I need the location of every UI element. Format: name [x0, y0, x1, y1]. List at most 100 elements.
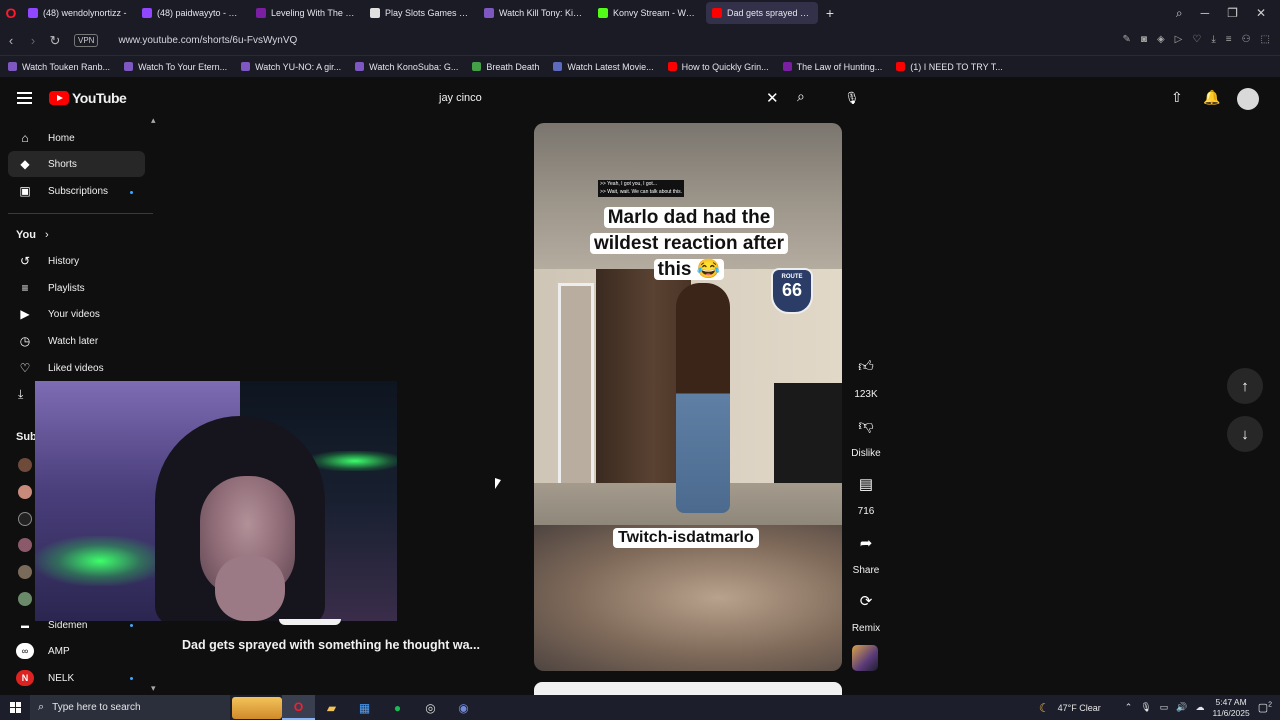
channel-avatar[interactable]	[18, 592, 32, 606]
edit-icon[interactable]: ✎	[1123, 34, 1131, 45]
tab-label: Play Slots Games for Free	[385, 8, 470, 18]
network-icon[interactable]: ▭	[1160, 702, 1169, 713]
bookmark-item[interactable]: Watch To Your Etern...	[124, 62, 227, 72]
microphone-icon[interactable]: 🎙	[1140, 702, 1151, 713]
sidebar-channel-nelk[interactable]: N NELK	[8, 665, 145, 691]
player-icon[interactable]: ▷	[1175, 34, 1183, 45]
browser-tab[interactable]: Leveling With The Gods -	[250, 2, 362, 24]
bookmark-item[interactable]: Watch Latest Movie...	[553, 62, 654, 72]
download-icon[interactable]: ⤓	[1211, 34, 1215, 45]
taskbar-news-widget[interactable]	[232, 696, 282, 719]
bookmark-item[interactable]: Watch YU-NO: A gir...	[241, 62, 341, 72]
search-input[interactable]: jay cinco	[428, 84, 791, 112]
notifications-bell-icon[interactable]: 🔔	[1203, 89, 1220, 106]
bookmark-item[interactable]: Watch Touken Ranb...	[8, 62, 110, 72]
sidebar-item-history[interactable]: ↺ History	[8, 248, 145, 274]
weather-text[interactable]: 47°F Clear	[1058, 703, 1101, 713]
sidebar-item-home[interactable]: ⌂ Home	[8, 125, 145, 151]
menu-icon[interactable]: ≡	[1226, 34, 1232, 45]
upload-icon[interactable]: ⇧	[1171, 89, 1183, 106]
previous-short-button[interactable]: ↑	[1227, 368, 1263, 404]
vpn-badge[interactable]: VPN	[74, 34, 99, 47]
remix-button[interactable]: ⟳ Remix	[846, 583, 886, 634]
browser-tab[interactable]: Konvy Stream - Watch	[592, 2, 704, 24]
taskbar-clock[interactable]: 5:47 AM 11/6/2025	[1213, 697, 1250, 719]
sidebar-item-your-videos[interactable]: ▶ Your videos	[8, 301, 145, 327]
sidebar-item-shorts[interactable]: ◆ Shorts	[8, 151, 145, 177]
bookmark-item[interactable]: Watch KonoSuba: G...	[355, 62, 458, 72]
sidebar-toggle-icon[interactable]: ⬚	[1261, 34, 1270, 45]
sidebar-item-liked-videos[interactable]: ♡ Liked videos	[8, 355, 145, 381]
sidebar-item-watch-later[interactable]: ◷ Watch later	[8, 328, 145, 354]
voice-search-icon[interactable]: 🎙	[839, 85, 865, 111]
heart-icon[interactable]: ♡	[1192, 34, 1201, 45]
dislike-button[interactable]: 👎︎ Dislike	[846, 408, 886, 459]
sidebar-item-playlists[interactable]: ≡ Playlists	[8, 275, 145, 301]
file-explorer-icon[interactable]: ▰	[315, 695, 348, 720]
address-bar-actions: ✎ ◙ ◈ ▷ ♡ ⤓ ≡ ⚇ ⬚	[1123, 34, 1271, 45]
tab-favicon-icon	[28, 8, 38, 18]
close-window-icon[interactable]: ✕	[1256, 6, 1266, 20]
minimize-icon[interactable]: ─	[1201, 6, 1210, 20]
downloads-icon[interactable]: ⤓	[18, 387, 23, 402]
clear-search-icon[interactable]: ✕	[766, 89, 779, 107]
youtube-logo[interactable]: YouTube	[49, 90, 127, 106]
bookmark-item[interactable]: How to Quickly Grin...	[667, 62, 769, 72]
browser-tab[interactable]: (48) paidwayyto - Twitch	[136, 2, 248, 24]
channel-avatar[interactable]	[18, 565, 32, 579]
sidebar-channel-amp[interactable]: ∞ AMP	[8, 638, 145, 664]
profile-icon[interactable]: ⚇	[1242, 34, 1251, 45]
discord-icon[interactable]: ◉	[447, 695, 480, 720]
microsoft-store-icon[interactable]: ▦	[348, 695, 381, 720]
volume-icon[interactable]: 🔊	[1176, 702, 1187, 713]
spotify-icon[interactable]: ●	[381, 695, 414, 720]
taskbar-search-input[interactable]: ⌕ Type here to search	[30, 695, 230, 720]
search-icon[interactable]: ⌕	[797, 88, 805, 105]
like-button[interactable]: 👍︎ 123K	[846, 349, 886, 400]
bookmark-item[interactable]: Breath Death	[472, 62, 539, 72]
bookmark-item[interactable]: The Law of Hunting...	[782, 62, 882, 72]
browser-tab[interactable]: Dad gets sprayed with	[706, 2, 818, 24]
steam-icon[interactable]: ◎	[414, 695, 447, 720]
sidebar-scroll-up-icon[interactable]: ▴	[151, 115, 156, 126]
maximize-icon[interactable]: ❐	[1227, 6, 1238, 20]
shield-icon[interactable]: ◈	[1157, 34, 1165, 45]
channel-avatar[interactable]	[18, 512, 32, 526]
opera-logo-icon[interactable]: O	[0, 0, 22, 26]
hamburger-menu-icon[interactable]	[17, 92, 32, 104]
windows-start-icon[interactable]	[0, 695, 30, 720]
forward-icon[interactable]: ›	[22, 33, 44, 48]
camera-icon[interactable]: ◙	[1141, 34, 1147, 45]
url-field[interactable]: www.youtube.com/shorts/6u-FvsWynVQ	[118, 35, 297, 46]
reload-icon[interactable]: ↻	[44, 33, 66, 49]
back-icon[interactable]: ‹	[0, 33, 22, 48]
new-tab-button[interactable]: +	[820, 5, 840, 21]
bookmark-label: (1) I NEED TO TRY T...	[910, 61, 1003, 72]
sidebar-scroll-down-icon[interactable]: ▾	[151, 683, 156, 694]
channel-avatar[interactable]	[18, 538, 32, 552]
opera-gx-taskbar-icon[interactable]: O	[282, 695, 315, 720]
liked-videos-icon: ♡	[19, 361, 31, 375]
share-button[interactable]: ➦ Share	[846, 525, 886, 576]
channel-avatar[interactable]	[18, 458, 32, 472]
short-title[interactable]: Dad gets sprayed with something he thoug…	[182, 638, 480, 652]
channel-avatar[interactable]	[18, 485, 32, 499]
browser-search-icon[interactable]: ⌕	[1176, 6, 1183, 21]
sidebar-item-subscriptions[interactable]: ▣ Subscriptions	[8, 178, 145, 204]
audio-source-thumbnail[interactable]	[852, 645, 878, 671]
comments-button[interactable]: ▤ 716	[846, 466, 886, 517]
sidebar-you-heading[interactable]: You ›	[16, 229, 49, 241]
tray-overflow-icon[interactable]: ⌃	[1125, 702, 1133, 713]
browser-tab[interactable]: (48) wendolynortizz -	[22, 2, 134, 24]
browser-tab[interactable]: Watch Kill Tony: Kill or Be	[478, 2, 590, 24]
sidebar-subscriptions-heading[interactable]: Sub	[16, 431, 37, 443]
next-short-preview[interactable]	[534, 682, 842, 695]
bookmark-item[interactable]: (1) I NEED TO TRY T...	[896, 62, 1003, 72]
notifications-icon[interactable]: ▢2	[1258, 701, 1272, 714]
video-caption-text: Marlo dad had the wildest reaction after…	[589, 207, 789, 280]
next-short-button[interactable]: ↓	[1227, 416, 1263, 452]
shorts-video-player[interactable]: ROUTE 66 >> Yeah, I got you, I got... >>…	[534, 123, 842, 671]
account-avatar[interactable]	[1237, 88, 1259, 110]
browser-tab[interactable]: Play Slots Games for Free	[364, 2, 476, 24]
onedrive-icon[interactable]: ☁	[1196, 702, 1205, 713]
